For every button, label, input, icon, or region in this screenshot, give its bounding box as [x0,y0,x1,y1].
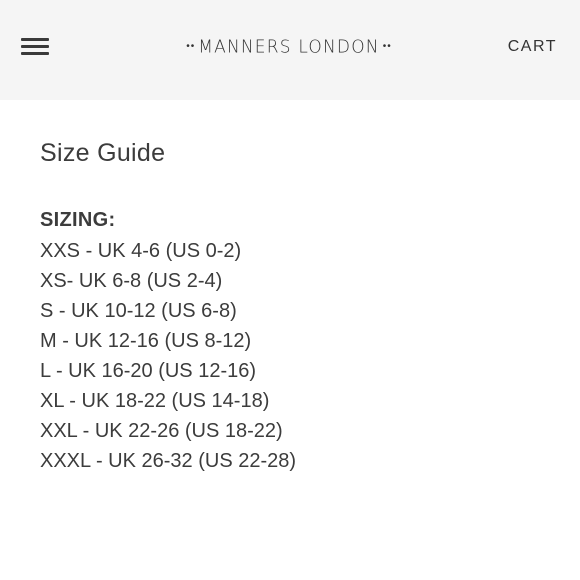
size-row-xxxl: XXXL - UK 26-32 (US 22-28) [40,450,297,472]
menu-bar-middle [21,45,49,48]
size-row-m: M - UK 12-16 (US 8-12) [40,330,252,352]
size-row-xxs: XXS - UK 4-6 (US 0-2) [40,240,242,262]
sizing-heading: SIZING: [40,209,116,231]
size-row-l: L - UK 16-20 (US 12-16) [40,360,257,382]
size-row-s: S - UK 10-12 (US 6-8) [40,300,237,322]
menu-bar-bottom [21,52,49,55]
site-header: •• MANNERS LONDON •• CART [0,0,580,100]
size-row-xxl: XXL - UK 22-26 (US 18-22) [40,420,283,442]
page-title: Size Guide [40,139,166,167]
logo-left-dots: •• [186,41,196,52]
cart-link[interactable]: CART [508,38,557,56]
site-logo[interactable]: •• MANNERS LONDON •• [178,36,400,58]
hamburger-menu-icon[interactable] [21,38,49,56]
logo-text: MANNERS LONDON [198,36,380,58]
menu-bar-top [21,38,49,41]
sizing-section: SIZING: XXS - UK 4-6 (US 0-2) XS- UK 6-8… [40,206,560,476]
size-row-xl: XL - UK 18-22 (US 14-18) [40,390,270,412]
size-row-xs: XS- UK 6-8 (US 2-4) [40,270,223,292]
logo-right-dots: •• [382,41,392,52]
main-content: Size Guide SIZING: XXS - UK 4-6 (US 0-2)… [40,136,560,476]
